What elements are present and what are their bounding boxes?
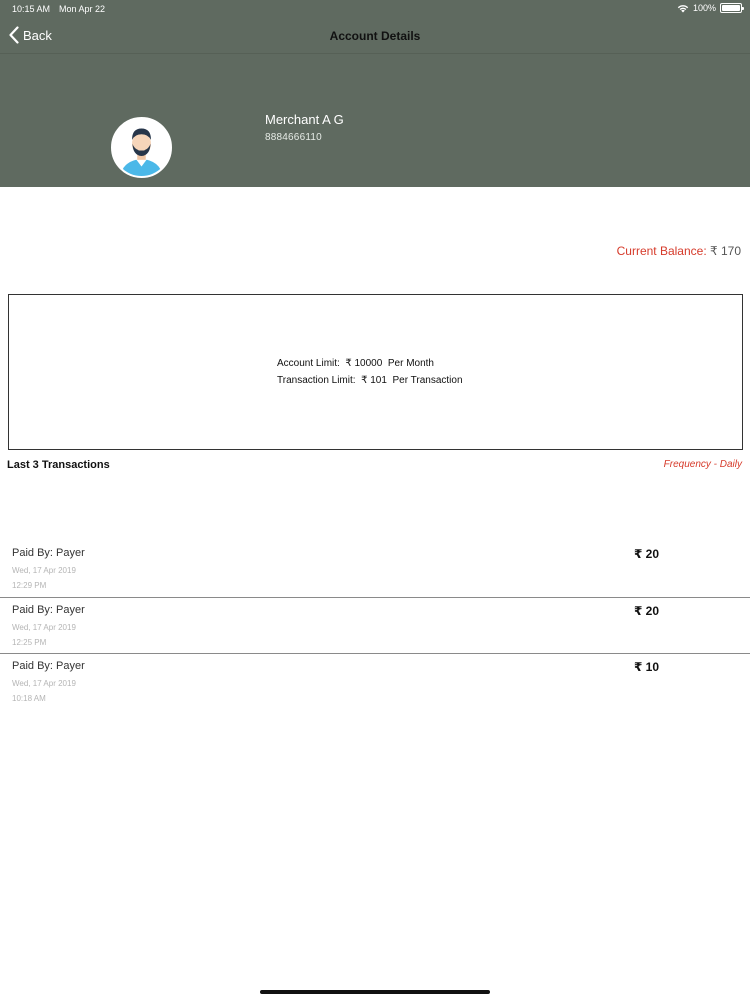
merchant-name: Merchant A G bbox=[265, 112, 344, 127]
balance-value: ₹ 170 bbox=[710, 244, 741, 258]
transaction-amount: ₹ 20 bbox=[634, 547, 660, 561]
status-indicators: 100% bbox=[677, 3, 744, 13]
profile-header: 10:15 AM Mon Apr 22 100% Back Account De… bbox=[0, 0, 750, 187]
transaction-row[interactable]: Paid By: Payer Wed, 17 Apr 2019 12:25 PM… bbox=[0, 598, 750, 654]
transaction-time: 10:18 AM bbox=[12, 694, 46, 703]
transaction-date: Wed, 17 Apr 2019 bbox=[12, 566, 76, 575]
transaction-amount: ₹ 20 bbox=[634, 603, 660, 618]
transactions-title: Last 3 Transactions bbox=[7, 459, 110, 471]
balance-label: Current Balance: bbox=[616, 244, 707, 258]
navigation-bar: Back Account Details bbox=[0, 18, 750, 54]
status-date: Mon Apr 22 bbox=[59, 4, 106, 14]
status-time: 10:15 AM bbox=[12, 4, 51, 14]
account-limit: Account Limit: ₹ 10000 Per Month bbox=[277, 358, 434, 369]
transaction-limit: Transaction Limit: ₹ 101 Per Transaction bbox=[277, 375, 463, 386]
transaction-date: Wed, 17 Apr 2019 bbox=[12, 679, 76, 688]
page-title: Account Details bbox=[329, 29, 421, 43]
current-balance: Current Balance: ₹ 170 bbox=[617, 244, 741, 258]
transaction-payer: Paid By: Payer bbox=[12, 547, 85, 559]
frequency-label: Frequency - Daily bbox=[663, 459, 742, 470]
transaction-list: Paid By: Payer Wed, 17 Apr 2019 12:29 PM… bbox=[0, 541, 750, 711]
transaction-row[interactable]: Paid By: Payer Wed, 17 Apr 2019 12:29 PM… bbox=[0, 541, 750, 598]
limits-card: Account Limit: ₹ 10000 Per Month Transac… bbox=[8, 294, 743, 450]
avatar-icon bbox=[113, 119, 170, 176]
transaction-amount: ₹ 10 bbox=[634, 660, 660, 674]
avatar bbox=[111, 117, 172, 178]
transaction-time: 12:29 PM bbox=[12, 581, 47, 590]
transaction-row[interactable]: Paid By: Payer Wed, 17 Apr 2019 10:18 AM… bbox=[0, 654, 750, 711]
home-indicator[interactable] bbox=[260, 990, 490, 994]
merchant-phone: 8884666110 bbox=[265, 132, 322, 143]
transaction-payer: Paid By: Payer bbox=[12, 603, 85, 616]
transaction-payer: Paid By: Payer bbox=[12, 660, 85, 672]
transaction-date: Wed, 17 Apr 2019 bbox=[12, 622, 76, 632]
transaction-time: 12:25 PM bbox=[12, 637, 47, 647]
status-bar: 10:15 AM Mon Apr 22 100% bbox=[0, 0, 750, 18]
battery-icon bbox=[720, 3, 744, 13]
wifi-icon bbox=[677, 4, 689, 12]
battery-percent: 100% bbox=[692, 3, 716, 13]
